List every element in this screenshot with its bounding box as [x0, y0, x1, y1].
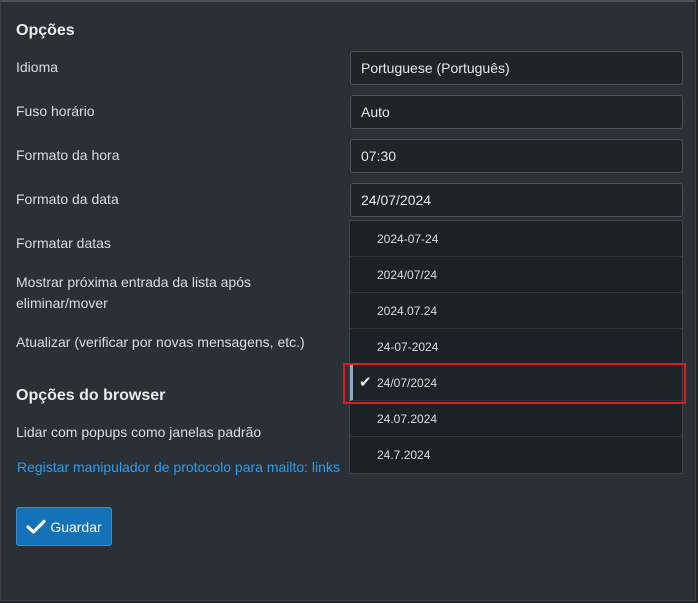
refresh-label: Atualizar (verificar por novas mensagens…	[16, 334, 305, 350]
date-format-dropdown: 2024-07-24 2024/07/24 2024.07.24 24-07-2…	[349, 220, 683, 474]
dropdown-option[interactable]: 24.7.2024	[350, 437, 682, 473]
settings-panel: Opções Idioma Portuguese (Português) Fus…	[0, 0, 696, 601]
dropdown-option-label: 24/07/2024	[377, 376, 438, 390]
timezone-label: Fuso horário	[16, 103, 95, 119]
save-button[interactable]: Guardar	[16, 507, 112, 546]
dropdown-option[interactable]: 2024.07.24	[350, 293, 682, 329]
date-format-select[interactable]: 24/07/2024	[350, 183, 683, 217]
time-format-label: Formato da hora	[16, 147, 120, 163]
options-section-title: Opções	[16, 22, 75, 39]
dropdown-option[interactable]: 2024/07/24	[350, 257, 682, 293]
dropdown-option-label: 24.7.2024	[377, 448, 431, 462]
check-icon	[26, 519, 46, 535]
dropdown-option-label: 2024-07-24	[377, 232, 439, 246]
format-dates-label: Formatar datas	[16, 235, 111, 251]
show-next-label-line1: Mostrar próxima entrada da lista após	[16, 274, 251, 290]
dropdown-option-label: 2024.07.24	[377, 304, 438, 318]
dropdown-option-label: 24.07.2024	[377, 412, 438, 426]
dropdown-option-selected[interactable]: ✔ 24/07/2024	[350, 365, 682, 401]
dropdown-option-label: 24-07-2024	[377, 340, 439, 354]
popups-label: Lidar com popups como janelas padrão	[16, 424, 262, 440]
language-select[interactable]: Portuguese (Português)	[350, 51, 683, 85]
time-format-select[interactable]: 07:30	[350, 139, 683, 173]
language-label: Idioma	[16, 59, 59, 75]
dropdown-option-label: 2024/07/24	[377, 268, 438, 282]
dropdown-option[interactable]: 24-07-2024	[350, 329, 682, 365]
date-format-label: Formato da data	[16, 191, 119, 207]
timezone-select[interactable]: Auto	[350, 95, 683, 129]
check-icon: ✔	[359, 374, 372, 391]
save-button-label: Guardar	[50, 518, 102, 535]
dropdown-option[interactable]: 2024-07-24	[350, 221, 682, 257]
protocol-handler-link[interactable]: Registar manipulador de protocolo para m…	[17, 458, 340, 476]
dropdown-option[interactable]: 24.07.2024	[350, 401, 682, 437]
browser-section-title: Opções do browser	[16, 387, 166, 404]
show-next-label: Mostrar próxima entrada da lista após el…	[16, 272, 251, 314]
show-next-label-line2: eliminar/mover	[16, 295, 108, 311]
